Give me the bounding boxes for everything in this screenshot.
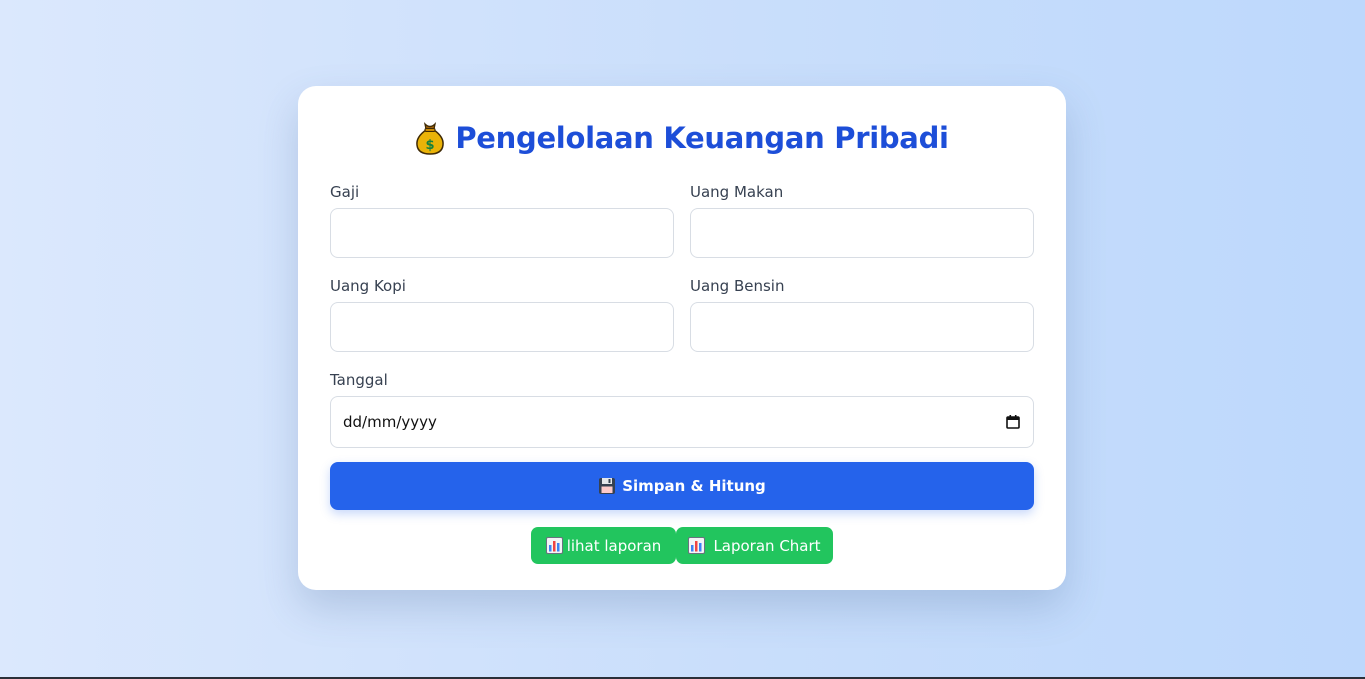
gaji-label: Gaji xyxy=(330,183,360,201)
svg-text:$: $ xyxy=(426,138,435,153)
date-format-text: dd/mm/yyyy xyxy=(343,413,437,431)
gaji-field: Gaji xyxy=(330,182,674,258)
tanggal-field: Tanggal dd/mm/yyyy xyxy=(330,370,1034,448)
uang-bensin-input[interactable] xyxy=(690,302,1034,352)
tanggal-label: Tanggal xyxy=(330,371,388,389)
lihat-laporan-label: lihat laporan xyxy=(566,536,662,555)
laporan-chart-button[interactable]: Laporan Chart xyxy=(676,527,833,564)
finance-form-card: $ Pengelolaan Keuangan Pribadi Gaji Uang… xyxy=(298,86,1066,590)
page-title: Pengelolaan Keuangan Pribadi xyxy=(455,121,949,155)
bar-chart-icon xyxy=(688,537,706,554)
simpan-hitung-button[interactable]: Simpan & Hitung xyxy=(330,462,1034,510)
uang-kopi-field: Uang Kopi xyxy=(330,276,674,352)
uang-kopi-label: Uang Kopi xyxy=(330,277,406,295)
bar-chart-icon xyxy=(545,537,563,554)
uang-makan-input[interactable] xyxy=(690,208,1034,258)
money-bag-icon: $ xyxy=(415,120,445,156)
laporan-chart-label: Laporan Chart xyxy=(713,536,821,555)
calendar-icon[interactable] xyxy=(1005,414,1021,430)
uang-kopi-input[interactable] xyxy=(330,302,674,352)
uang-bensin-field: Uang Bensin xyxy=(690,276,1034,352)
page-header: $ Pengelolaan Keuangan Pribadi xyxy=(298,118,1066,158)
uang-makan-field: Uang Makan xyxy=(690,182,1034,258)
lihat-laporan-button[interactable]: lihat laporan xyxy=(531,527,676,564)
simpan-hitung-label: Simpan & Hitung xyxy=(622,477,766,495)
tanggal-date-input[interactable]: dd/mm/yyyy xyxy=(330,396,1034,448)
uang-bensin-label: Uang Bensin xyxy=(690,277,785,295)
gaji-input[interactable] xyxy=(330,208,674,258)
uang-makan-label: Uang Makan xyxy=(690,183,784,201)
floppy-disk-icon xyxy=(598,477,616,495)
